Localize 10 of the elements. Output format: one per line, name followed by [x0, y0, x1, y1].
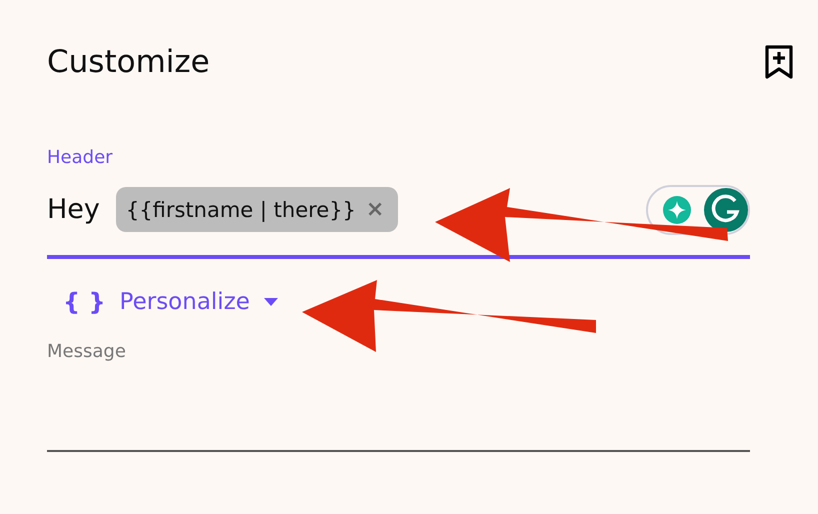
bookmark-add-icon[interactable] [764, 44, 794, 80]
caret-icon [264, 298, 278, 306]
remove-token-button[interactable]: × [366, 197, 384, 222]
field-label: Header [47, 147, 113, 168]
field-value: Hey [47, 194, 100, 225]
personalize-dropdown[interactable]: { } Personalize [63, 288, 278, 316]
g-logo-icon[interactable] [704, 188, 748, 232]
panel-title: Customize [47, 44, 210, 80]
token-text: {{firstname | there}} [126, 198, 356, 222]
field-label: Message [47, 341, 126, 362]
